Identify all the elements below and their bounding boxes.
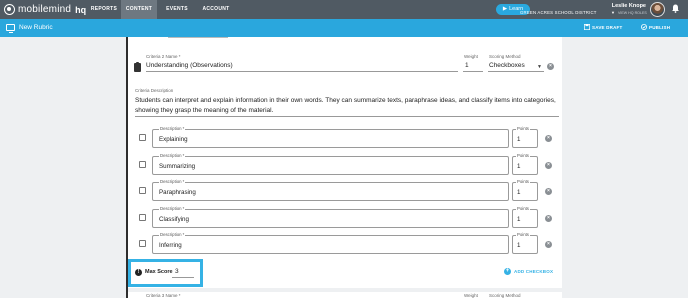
- criteria-separator: [128, 288, 562, 292]
- max-score-input[interactable]: 3: [175, 268, 179, 275]
- weight-input[interactable]: 1: [465, 62, 469, 69]
- logo-hq: hq: [75, 4, 87, 15]
- criteria-description-input[interactable]: Students can interpret and explain infor…: [135, 96, 559, 115]
- tab-events[interactable]: EVENTS: [160, 0, 194, 19]
- checkbox[interactable]: [139, 161, 146, 168]
- clipboard-icon: [134, 61, 141, 72]
- info-icon[interactable]: !: [135, 269, 142, 276]
- checkbox[interactable]: [139, 214, 146, 221]
- remove-row-icon[interactable]: ×: [545, 162, 552, 169]
- rubric-icon: [6, 24, 15, 33]
- description-value: Inferring: [159, 242, 182, 249]
- points-value: 1: [517, 136, 521, 143]
- remove-row-icon[interactable]: ×: [545, 135, 552, 142]
- description-field[interactable]: Description * Paraphrasing: [152, 179, 509, 201]
- user-name: Leslie Knope: [611, 3, 646, 9]
- checkbox-row: Description * Summarizing Points 1 ×: [128, 153, 562, 176]
- save-draft-button[interactable]: SAVE DRAFT: [592, 25, 622, 30]
- remove-criteria-icon[interactable]: ×: [547, 63, 554, 70]
- checkbox[interactable]: [139, 187, 146, 194]
- add-checkbox-label: ADD CHECKBOX: [514, 269, 554, 274]
- checkbox-row: Description * Classifying Points 1 ×: [128, 206, 562, 229]
- criteria-name-input[interactable]: Understanding (Observations): [146, 62, 233, 69]
- max-score-underline: [172, 277, 194, 278]
- criteria-description-label: Criteria Description: [135, 88, 174, 93]
- description-field[interactable]: Description * Inferring: [152, 232, 509, 254]
- bell-icon[interactable]: [672, 4, 679, 13]
- points-label: Points: [516, 153, 530, 158]
- chevron-down-icon[interactable]: ▼: [537, 64, 542, 70]
- checkbox-row: Description * Paraphrasing Points 1 ×: [128, 179, 562, 202]
- max-score-field[interactable]: ! Max Score 3: [128, 259, 203, 287]
- criteria3-weight-label: Weight: [464, 293, 478, 298]
- checkbox-row: Description * Explaining Points 1 ×: [128, 126, 562, 149]
- publish-icon[interactable]: [641, 24, 647, 30]
- save-icon[interactable]: [584, 24, 590, 30]
- tab-reports[interactable]: REPORTS: [87, 0, 121, 19]
- publish-button[interactable]: PUBLISH: [649, 25, 670, 30]
- district-selector[interactable]: GREEN ACRES SCHOOL DISTRICT: [520, 10, 616, 15]
- logo-icon: [4, 4, 15, 15]
- checkbox-row: Description * Inferring Points 1 ×: [128, 232, 562, 255]
- logo-text: mobilemind: [18, 4, 72, 15]
- learn-icon: ▶: [502, 6, 508, 12]
- description-value: Paraphrasing: [159, 189, 196, 196]
- editor-toolbar: New Rubric SAVE DRAFT PUBLISH: [0, 19, 688, 37]
- points-label: Points: [516, 206, 530, 211]
- points-field[interactable]: Points 1: [512, 232, 538, 254]
- points-value: 1: [517, 216, 521, 223]
- criteria-name-label: Criteria 2 Name *: [146, 54, 181, 59]
- points-value: 1: [517, 242, 521, 249]
- description-value: Summarizing: [159, 163, 196, 170]
- description-field[interactable]: Description * Classifying: [152, 206, 509, 228]
- points-field[interactable]: Points 1: [512, 126, 538, 148]
- description-label: Description *: [159, 153, 186, 158]
- points-label: Points: [516, 179, 530, 184]
- tab-account[interactable]: ACCOUNT: [198, 0, 234, 19]
- criteria-name-underline: [146, 71, 458, 72]
- mobilemind-logo[interactable]: mobilemind hq: [4, 3, 86, 16]
- max-score-label: Max Score: [145, 269, 173, 275]
- description-field[interactable]: Description * Explaining: [152, 126, 509, 148]
- description-label: Description *: [159, 206, 186, 211]
- tab-content[interactable]: CONTENT: [121, 0, 157, 19]
- points-value: 1: [517, 189, 521, 196]
- points-value: 1: [517, 163, 521, 170]
- add-checkbox-button[interactable]: + ADD CHECKBOX: [504, 268, 553, 275]
- criteria3-name-label: Criteria 3 Name *: [146, 293, 181, 298]
- criteria-description-underline: [135, 116, 559, 117]
- description-value: Explaining: [159, 136, 188, 143]
- top-nav: mobilemind hq REPORTS CONTENT EVENTS ACC…: [0, 0, 688, 19]
- points-field[interactable]: Points 1: [512, 206, 538, 228]
- description-label: Description *: [159, 179, 186, 184]
- remove-row-icon[interactable]: ×: [545, 215, 552, 222]
- scoring-method-label: Scoring Method: [489, 54, 521, 59]
- scoring-method-underline: [488, 71, 544, 72]
- user-roles-link[interactable]: VIEW HQ ROLES: [618, 11, 647, 15]
- weight-label: Weight: [464, 54, 478, 59]
- points-field[interactable]: Points 1: [512, 179, 538, 201]
- points-label: Points: [516, 232, 530, 237]
- avatar[interactable]: [650, 2, 665, 17]
- remove-row-icon[interactable]: ×: [545, 241, 552, 248]
- remove-row-icon[interactable]: ×: [545, 188, 552, 195]
- points-label: Points: [516, 126, 530, 131]
- description-value: Classifying: [159, 216, 189, 223]
- divider: [168, 37, 228, 38]
- checkbox[interactable]: [139, 240, 146, 247]
- description-field[interactable]: Description * Summarizing: [152, 153, 509, 175]
- chevron-down-icon[interactable]: ▼: [611, 10, 615, 15]
- page-title: New Rubric: [19, 24, 53, 31]
- description-label: Description *: [159, 232, 186, 237]
- weight-underline: [463, 71, 483, 72]
- plus-icon: +: [504, 268, 511, 275]
- checkbox[interactable]: [139, 134, 146, 141]
- points-field[interactable]: Points 1: [512, 153, 538, 175]
- criteria3-scoring-method-label: Scoring Method: [489, 293, 521, 298]
- scoring-method-select[interactable]: Checkboxes: [489, 62, 525, 69]
- description-label: Description *: [159, 126, 186, 131]
